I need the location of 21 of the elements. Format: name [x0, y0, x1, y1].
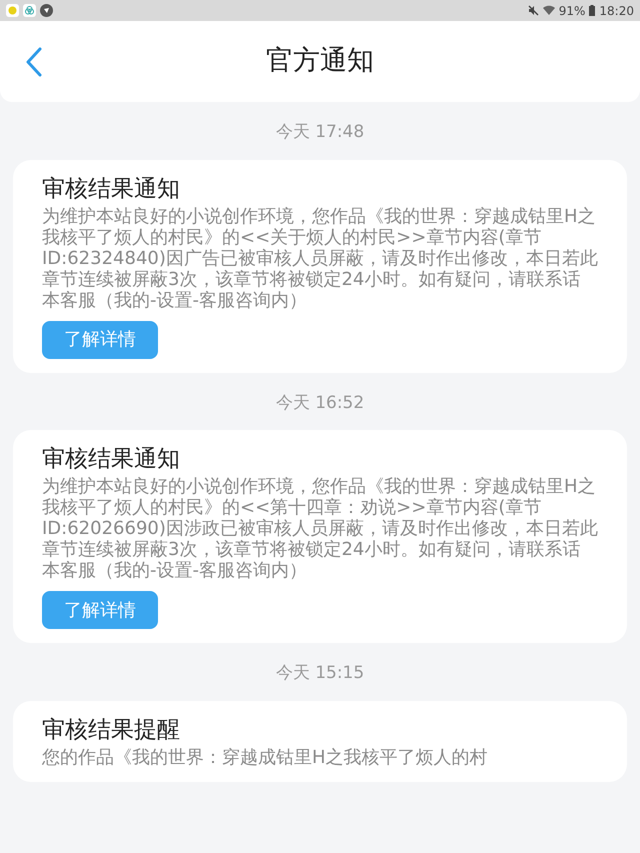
mute-icon	[528, 5, 539, 16]
app-icon	[23, 4, 36, 17]
notice-title: 审核结果通知	[42, 174, 180, 204]
notice-body: 为维护本站良好的小说创作环境，您作品《我的世界：穿越成钴里H之我核平了烦人的村民》的<<关于烦人的村民>>章节内容(章节ID:62324840)因广告已被审核人员屏蔽，请及时作出修改，本日若此章节连续被屏蔽3次，该章节将被锁定24小时。如有疑问，请联系话本客服（我的-设置-客服咨询内）	[42, 206, 598, 310]
timestamp: 今天 16:52	[276, 392, 364, 414]
details-button[interactable]: 了解详情	[42, 320, 158, 358]
battery-percent: 91%	[558, 2, 586, 20]
app-icon	[6, 4, 19, 17]
battery-icon	[589, 5, 596, 16]
notice-title: 审核结果提醒	[42, 716, 180, 744]
notice-body: 为维护本站良好的小说创作环境，您作品《我的世界：穿越成钴里H之我核平了烦人的村民》的<<第十四章：劝说>>章节内容(章节ID:62026690)因涉政已被审核人员屏蔽，请及时作出修改，本日若此章节连续被屏蔽3次，该章节将被锁定24小时。如有疑问，请联系话本客服（我的-设置-客服咨询内）	[42, 476, 598, 581]
notice-title: 审核结果通知	[42, 445, 180, 474]
notice-body: 您的作品《我的世界：穿越成钴里H之我核平了烦人的村	[42, 746, 489, 768]
details-button[interactable]: 了解详情	[42, 591, 158, 629]
timestamp: 今天 15:15	[276, 662, 364, 685]
app-icon	[40, 4, 53, 17]
back-icon[interactable]	[26, 46, 42, 76]
wifi-icon	[542, 5, 555, 16]
timestamp: 今天 17:48	[276, 121, 364, 144]
page-title: 官方通知	[266, 44, 374, 78]
clock: 18:20	[599, 2, 634, 20]
